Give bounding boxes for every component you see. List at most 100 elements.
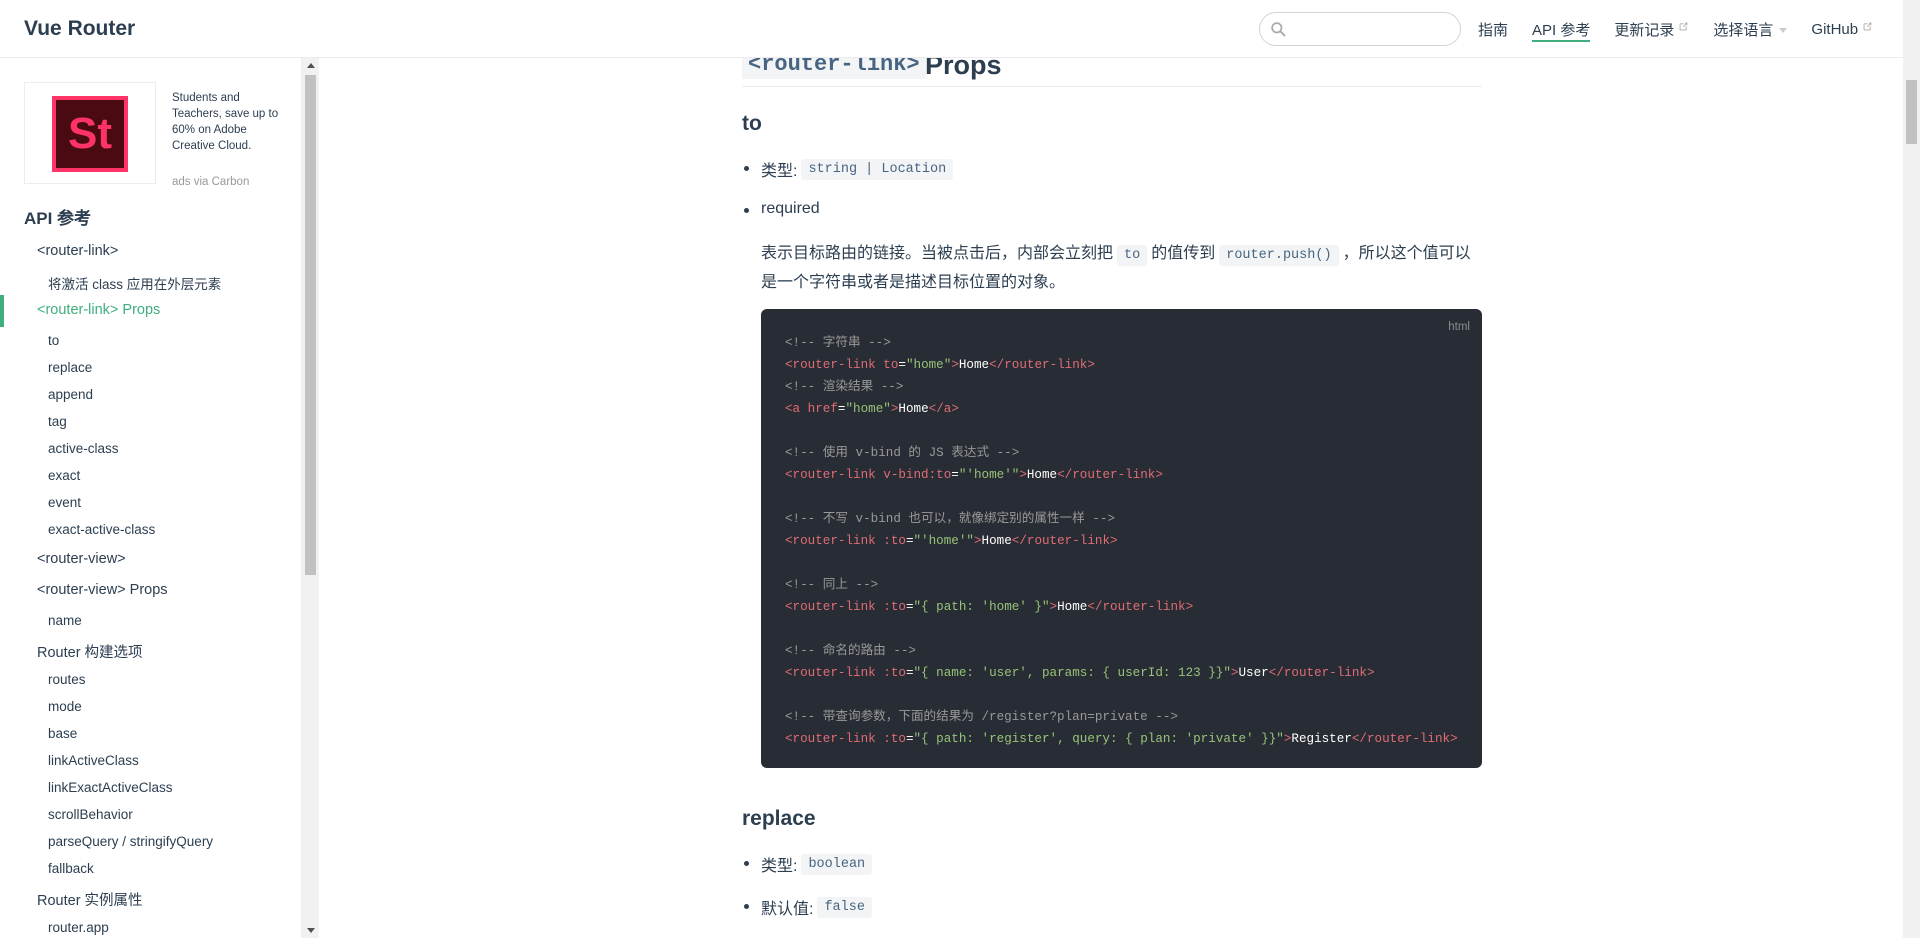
code-line: <!-- 同上 -->	[785, 574, 1458, 596]
search-box[interactable]	[1259, 12, 1461, 46]
sidebar-item-active-class[interactable]: active-class	[48, 441, 119, 456]
sidebar-scrollbar-thumb[interactable]	[305, 75, 316, 575]
scroll-down-arrow-icon[interactable]	[307, 928, 315, 933]
sidebar: St Students and Teachers, save up to 60%…	[0, 58, 302, 938]
sidebar-item-to[interactable]: to	[48, 333, 59, 348]
replace-type-item: 类型: boolean	[761, 852, 873, 876]
nav-link-guide[interactable]: 指南	[1478, 16, 1508, 42]
sidebar-heading[interactable]: API 参考	[24, 204, 91, 229]
code-line: <router-link :to="{ name: 'user', params…	[785, 662, 1458, 684]
sidebar-item-parse-query[interactable]: parseQuery / stringifyQuery	[48, 834, 213, 849]
sidebar-item-tag[interactable]: tag	[48, 414, 67, 429]
sidebar-item-router-options[interactable]: Router 构建选项	[37, 641, 143, 662]
sidebar-item-router-app[interactable]: router.app	[48, 920, 109, 935]
sidebar-item-router-link-props[interactable]: <router-link> Props	[37, 302, 160, 318]
code-token: "'home'"	[913, 534, 974, 548]
to-description: 表示目标路由的链接。当被点击后，内部会立刻把 to 的值传到 router.push(…	[761, 240, 1483, 296]
sidebar-item-router-link[interactable]: <router-link>	[37, 243, 118, 259]
type-label: 类型:	[761, 163, 798, 180]
code-line: <!-- 命名的路由 -->	[785, 640, 1458, 662]
code-lines: <!-- 字符串 --> <router-link to="home">Home<…	[785, 332, 1458, 750]
nav-language-dropdown[interactable]: 选择语言	[1713, 16, 1788, 42]
sidebar-item-link-active-class[interactable]: linkActiveClass	[48, 753, 139, 768]
ad-logo-text: St	[56, 100, 124, 168]
ad-image-link[interactable]: St	[24, 82, 156, 184]
code-token: Home	[1026, 468, 1058, 482]
sidebar-item-exact-active-class[interactable]: exact-active-class	[48, 522, 155, 537]
code-token: User	[1238, 666, 1269, 680]
code-token: <!-- 命名的路由 -->	[785, 644, 916, 658]
nav-link-changelog[interactable]: 更新记录	[1614, 16, 1689, 42]
scroll-up-arrow-icon[interactable]	[307, 63, 315, 68]
code-line: <router-link :to="'home'">Home</router-l…	[785, 530, 1458, 552]
sidebar-item-replace[interactable]: replace	[48, 360, 92, 375]
code-line: <!-- 字符串 -->	[785, 332, 1458, 354]
search-input[interactable]	[1294, 19, 1454, 39]
sidebar-item-scroll-behavior[interactable]: scrollBehavior	[48, 807, 133, 822]
code-token: =	[898, 358, 906, 372]
sidebar-item-base[interactable]: base	[48, 726, 77, 741]
page-scrollbar-thumb[interactable]	[1906, 80, 1917, 144]
code-token: <!-- 使用 v-bind 的 JS 表达式 -->	[785, 446, 1020, 460]
code-token: >	[973, 534, 982, 548]
code-token: :to	[875, 600, 906, 614]
description-code-push: router.push()	[1219, 245, 1339, 266]
code-token: >	[1019, 468, 1027, 482]
external-link-icon	[1863, 22, 1872, 30]
navbar: Vue Router 指南 API 参考 更新记录 选择语言 GitHub	[0, 0, 1903, 58]
code-token: to	[875, 358, 899, 372]
code-token: Home	[981, 534, 1012, 548]
sidebar-item-router-view[interactable]: <router-view>	[37, 551, 126, 567]
sidebar-item-active-class-outer[interactable]: 将激活 class 应用在外层元素	[48, 273, 221, 293]
ad-via-carbon[interactable]: ads via Carbon	[172, 176, 249, 188]
type-value: string | Location	[801, 158, 954, 180]
code-token: "home"	[905, 358, 952, 372]
heading-replace: replace	[742, 807, 816, 830]
code-token: </router-link>	[989, 358, 1095, 372]
code-token: Home	[958, 358, 990, 372]
external-link-icon	[1680, 22, 1688, 30]
code-token: <!-- 渲染结果 -->	[785, 380, 904, 394]
page-scrollbar[interactable]	[1903, 0, 1920, 938]
code-line: <!-- 不写 v-bind 也可以，就像绑定别的属性一样 -->	[785, 508, 1458, 530]
code-line: <!-- 带查询参数，下面的结果为 /register?plan=private…	[785, 706, 1458, 728]
code-token: :to	[875, 666, 906, 680]
sidebar-item-router-instance[interactable]: Router 实例属性	[37, 889, 143, 910]
bullet	[744, 904, 749, 909]
sidebar-item-fallback[interactable]: fallback	[48, 861, 94, 876]
code-token: v-bind:to	[875, 468, 952, 482]
code-block: html <!-- 字符串 --> <router-link to="home">…	[761, 309, 1482, 768]
replace-default-value: false	[817, 896, 872, 918]
sidebar-scrollbar[interactable]	[302, 58, 319, 938]
sidebar-item-routes[interactable]: routes	[48, 672, 86, 687]
code-token: :to	[875, 534, 906, 548]
code-token: "'home'"	[958, 468, 1020, 482]
sidebar-item-link-exact-active-class[interactable]: linkExactActiveClass	[48, 780, 173, 795]
chevron-down-icon	[1779, 27, 1788, 33]
replace-default-item: 默认值: false	[761, 895, 872, 919]
sidebar-item-mode[interactable]: mode	[48, 699, 82, 714]
site-name[interactable]: Vue Router	[24, 17, 135, 41]
code-token: =	[905, 732, 914, 746]
to-type-item: 类型: string | Location	[761, 157, 954, 181]
code-token: <!-- 不写 v-bind 也可以，就像绑定别的属性一样 -->	[785, 512, 1115, 526]
code-token: "home"	[845, 402, 891, 416]
adobe-stock-logo: St	[52, 96, 128, 172]
sidebar-item-exact[interactable]: exact	[48, 468, 80, 483]
code-token: </router-link>	[1268, 666, 1375, 680]
bullet	[744, 208, 749, 213]
ad-text[interactable]: Students and Teachers, save up to 60% on…	[172, 90, 292, 154]
sidebar-item-event[interactable]: event	[48, 495, 81, 510]
carbon-ad: St Students and Teachers, save up to 60%…	[24, 82, 294, 188]
description-text-1: 表示目标路由的链接。当被点击后，内部会立刻把	[761, 245, 1114, 262]
code-token: Home	[1057, 600, 1088, 614]
code-line: <a href="home">Home</a>	[785, 398, 1458, 420]
nav-link-api[interactable]: API 参考	[1532, 16, 1591, 42]
sidebar-item-append[interactable]: append	[48, 387, 93, 402]
sidebar-item-name[interactable]: name	[48, 613, 82, 628]
nav-link-github[interactable]: GitHub	[1811, 16, 1873, 42]
sidebar-item-router-view-props[interactable]: <router-view> Props	[37, 582, 168, 598]
active-indicator	[0, 295, 4, 327]
code-token: <router-link	[785, 534, 876, 548]
